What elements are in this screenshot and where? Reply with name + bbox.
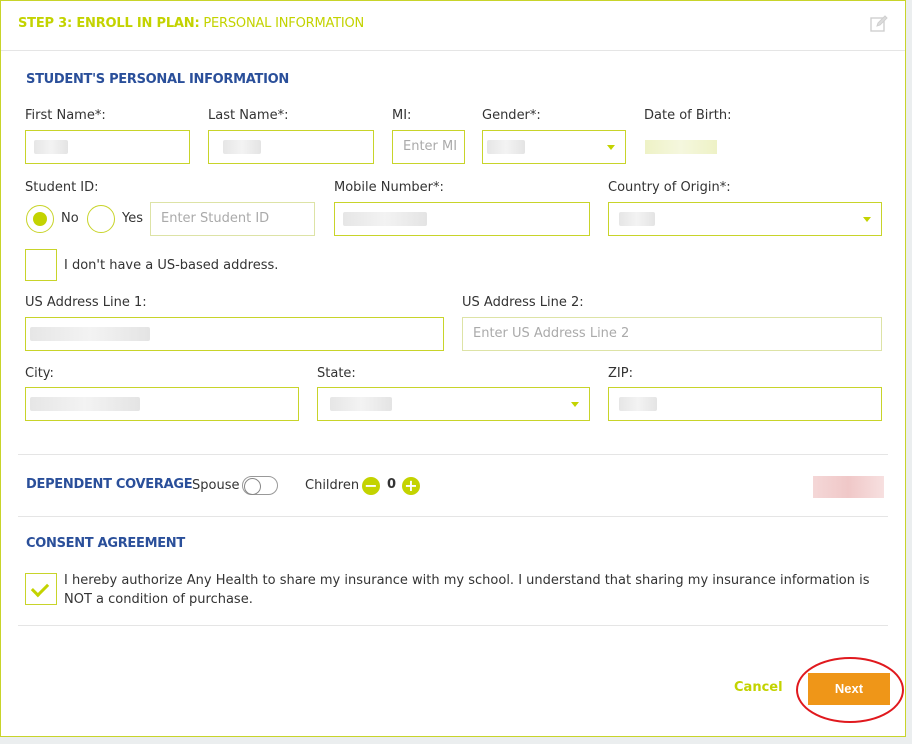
children-count: 0 [387, 477, 397, 492]
section-divider [18, 454, 888, 455]
dob-value-redacted [645, 140, 717, 154]
last-name-value-redacted [223, 140, 261, 154]
price-redacted [813, 476, 884, 498]
student-id-no-radio[interactable] [26, 205, 54, 233]
enrollment-panel: STEP 3: ENROLL IN PLAN: PERSONAL INFORMA… [0, 0, 906, 737]
checkmark-icon [30, 578, 50, 598]
dependent-coverage-heading: DEPENDENT COVERAGE [26, 477, 193, 492]
spouse-toggle[interactable] [242, 476, 278, 495]
no-us-address-label: I don't have a US-based address. [64, 258, 279, 273]
consent-text: I hereby authorize Any Health to share m… [64, 573, 870, 607]
last-name-input[interactable] [208, 130, 374, 164]
state-label: State: [317, 366, 356, 381]
city-input[interactable] [25, 387, 299, 421]
mi-input[interactable]: Enter MI [392, 130, 465, 164]
mobile-label: Mobile Number*: [334, 180, 444, 195]
address1-input[interactable] [25, 317, 444, 351]
last-name-label: Last Name*: [208, 108, 289, 123]
consent-heading: CONSENT AGREEMENT [26, 536, 185, 551]
section-divider [18, 516, 888, 517]
no-us-address-checkbox[interactable] [25, 249, 57, 281]
state-select[interactable] [317, 387, 590, 421]
mobile-value-redacted [343, 212, 427, 226]
student-id-yes-label: Yes [122, 211, 143, 226]
student-id-no-label: No [61, 211, 79, 226]
student-id-input[interactable]: Enter Student ID [150, 202, 315, 236]
country-label: Country of Origin*: [608, 180, 731, 195]
country-value-redacted [619, 212, 655, 226]
student-id-label: Student ID: [25, 180, 99, 195]
first-name-label: First Name*: [25, 108, 106, 123]
section-divider [18, 625, 888, 626]
dob-label: Date of Birth: [644, 108, 732, 123]
mi-label: MI: [392, 108, 412, 123]
gender-label: Gender*: [482, 108, 541, 123]
children-increment-button[interactable]: + [402, 477, 420, 495]
children-label: Children [305, 478, 360, 493]
step-header: STEP 3: ENROLL IN PLAN: PERSONAL INFORMA… [1, 1, 905, 51]
city-label: City: [25, 366, 54, 381]
address1-label: US Address Line 1: [25, 295, 147, 310]
first-name-input[interactable] [25, 130, 190, 164]
city-value-redacted [30, 397, 140, 411]
chevron-down-icon [571, 402, 579, 407]
gender-select[interactable] [482, 130, 626, 164]
student-id-yes-radio[interactable] [87, 205, 115, 233]
zip-input[interactable] [608, 387, 882, 421]
address2-label: US Address Line 2: [462, 295, 584, 310]
step-title-strong: STEP 3: ENROLL IN PLAN: [18, 16, 200, 31]
gender-value-redacted [487, 140, 525, 154]
address1-value-redacted [30, 327, 150, 341]
chevron-down-icon [607, 145, 615, 150]
first-name-value-redacted [34, 140, 68, 154]
personal-info-heading: STUDENT'S PERSONAL INFORMATION [26, 72, 289, 87]
zip-value-redacted [619, 397, 657, 411]
step-title: STEP 3: ENROLL IN PLAN: PERSONAL INFORMA… [18, 16, 364, 31]
spouse-label: Spouse [192, 478, 240, 493]
children-decrement-button[interactable]: − [362, 477, 380, 495]
state-value-redacted [330, 397, 392, 411]
chevron-down-icon [863, 217, 871, 222]
country-select[interactable] [608, 202, 882, 236]
mobile-input[interactable] [334, 202, 590, 236]
address2-input[interactable]: Enter US Address Line 2 [462, 317, 882, 351]
step-title-rest: PERSONAL INFORMATION [199, 16, 365, 31]
edit-icon[interactable] [870, 15, 888, 33]
consent-checkbox[interactable] [25, 573, 57, 605]
zip-label: ZIP: [608, 366, 633, 381]
cancel-button[interactable]: Cancel [734, 680, 783, 695]
next-button-highlight-ring [796, 657, 904, 723]
